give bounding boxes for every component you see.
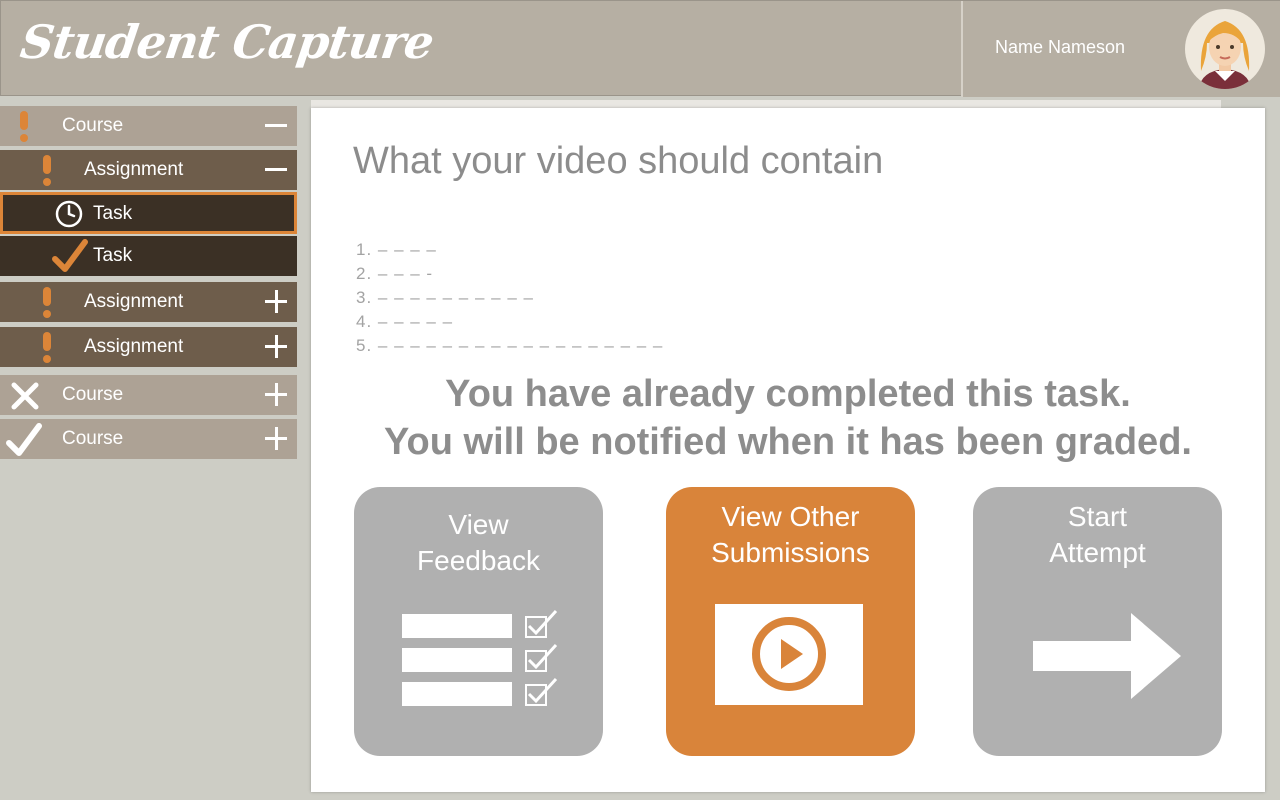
user-name[interactable]: Name Nameson [995,37,1125,58]
tile-label-line-1: Start [1067,501,1128,532]
app-logo[interactable]: Student Capture [17,15,436,69]
list-item: 5. – – – – – – – – – – – – – – – – – – [356,336,664,355]
completion-message-line-1: You have already completed this task. [445,373,1131,415]
requirements-list: 1. – – – – 2. – – – - 3. – – – – – – – –… [356,240,663,360]
expand-icon[interactable] [263,379,289,409]
sidebar-item-assignment-3[interactable]: Assignment [0,327,297,367]
task-card: What your video should contain 1. – – – … [311,108,1265,792]
sidebar-item-label: Course [62,115,124,136]
tile-label-line-2: Feedback [417,545,540,576]
sidebar-item-assignment-2[interactable]: Assignment [0,282,297,322]
tile-label-line-1: View Other [721,501,860,532]
completion-message-line-2: You will be notified when it has been gr… [384,421,1192,463]
app-header: Student Capture Name Nameson [0,0,1280,97]
course-sidebar: Course Assignment Task Task Assignment A… [0,96,298,800]
sidebar-item-task-active[interactable]: Task [0,192,297,234]
sidebar-item-label: Course [62,384,124,405]
avatar-illustration-icon [1199,21,1251,89]
collapse-icon[interactable] [263,154,289,184]
checkmark-icon [6,423,42,456]
sidebar-item-task-completed[interactable]: Task [0,236,297,276]
expand-icon[interactable] [263,331,289,361]
view-feedback-button[interactable]: View Feedback [354,487,603,756]
tile-label-line-1: View [448,509,509,540]
sidebar-item-label: Task [93,203,133,224]
video-play-icon [715,604,863,705]
avatar[interactable] [1185,9,1265,89]
list-item: 2. – – – - [356,264,434,283]
list-item: 3. – – – – – – – – – – [356,288,534,307]
sidebar-item-label: Course [62,428,124,449]
sidebar-item-label: Assignment [84,336,184,357]
checkmark-icon [52,239,88,272]
sidebar-item-course-2[interactable]: Course [0,375,297,415]
sidebar-item-label: Task [93,245,133,266]
checklist-icon [402,609,558,706]
clock-icon [55,200,83,228]
arrow-right-icon [1033,613,1181,699]
page-title: What your video should contain [353,140,884,182]
x-icon [11,382,39,410]
sidebar-item-assignment-1[interactable]: Assignment [0,150,297,190]
expand-icon[interactable] [263,423,289,453]
collapse-icon[interactable] [263,110,289,140]
sidebar-item-label: Assignment [84,291,184,312]
sidebar-item-course-3[interactable]: Course [0,419,297,459]
list-item: 4. – – – – – [356,312,454,331]
tile-label-line-2: Attempt [1049,537,1146,568]
view-other-submissions-button[interactable]: View Other Submissions [666,487,915,756]
expand-icon[interactable] [263,286,289,316]
tile-label-line-2: Submissions [711,537,870,568]
completion-message: You have already completed this task. Yo… [311,370,1265,466]
sidebar-item-label: Assignment [84,159,184,180]
list-item: 1. – – – – [356,240,437,259]
sidebar-item-course-1[interactable]: Course [0,106,297,146]
start-attempt-button[interactable]: Start Attempt [973,487,1222,756]
user-profile[interactable]: Name Nameson [961,1,1280,97]
